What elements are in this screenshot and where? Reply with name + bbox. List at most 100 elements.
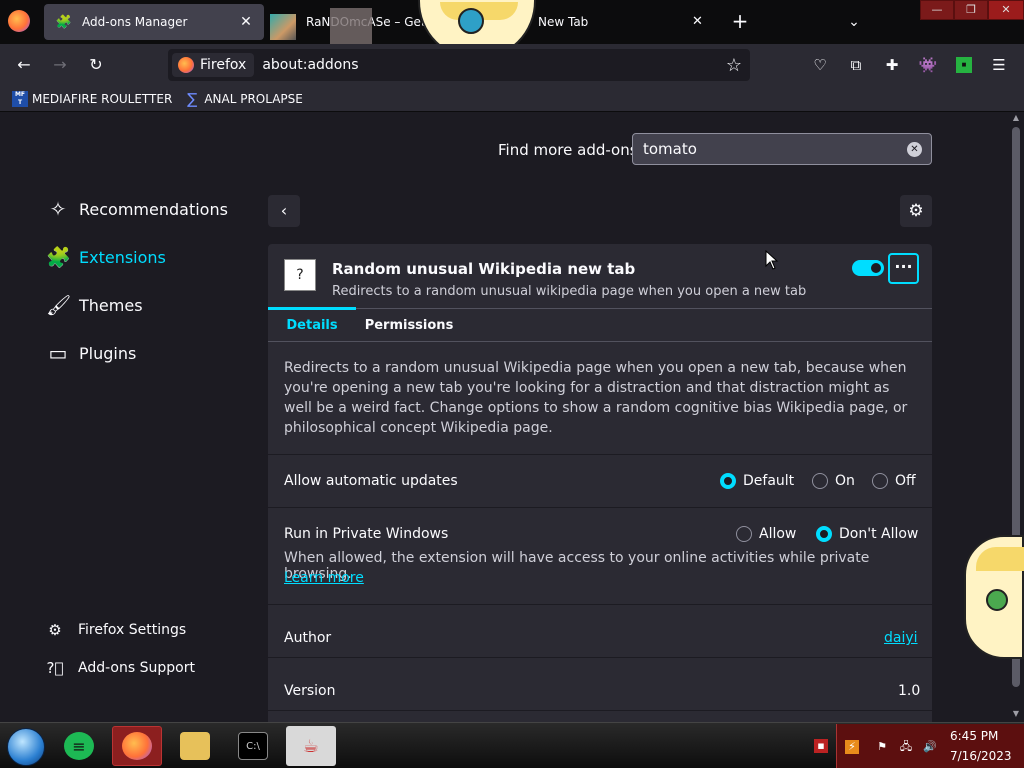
version-label: Version: [284, 683, 336, 699]
find-more-label: Find more add-ons: [498, 141, 638, 159]
divider: [268, 454, 932, 455]
sidebar-item-extensions[interactable]: 🧩 Extensions: [46, 243, 166, 271]
bookmark-label: MEDIAFIRE ROULETTER: [32, 91, 173, 106]
back-button[interactable]: ‹: [268, 195, 300, 227]
more-options-button[interactable]: ···: [888, 253, 919, 284]
radio-on[interactable]: On: [812, 473, 855, 489]
terminal-icon: C:\: [238, 732, 268, 760]
extension-badge-icon[interactable]: ■: [956, 57, 972, 73]
private-windows-label: Run in Private Windows: [284, 526, 449, 542]
chevron-left-icon: ‹: [280, 201, 288, 220]
radio-dot: [812, 473, 828, 489]
gear-icon: ⚙: [908, 201, 924, 221]
identity-box[interactable]: Firefox: [172, 53, 255, 77]
bookmark-anal-prolapse[interactable]: ∑ ANAL PROLAPSE: [184, 91, 303, 107]
invader-icon[interactable]: 👾: [917, 54, 939, 76]
tools-gear-button[interactable]: ⚙: [900, 195, 932, 227]
sidebar-item-recommendations[interactable]: ✧ Recommendations: [46, 195, 228, 223]
extension-icon[interactable]: ⧉: [845, 54, 867, 76]
sidebar-item-plugins[interactable]: ▭ Plugins: [46, 339, 137, 367]
radio-dot: [720, 473, 736, 489]
tab-addons-manager[interactable]: 🧩 Add-ons Manager ✕: [44, 4, 264, 40]
clear-icon[interactable]: ✕: [907, 142, 922, 157]
bookmark-label: ANAL PROLAPSE: [204, 91, 303, 106]
close-icon[interactable]: ✕: [234, 10, 258, 34]
back-arrow-icon[interactable]: ←: [10, 52, 38, 78]
enable-toggle[interactable]: [852, 260, 884, 276]
url-bar[interactable]: Firefox about:addons ☆: [168, 49, 750, 81]
bookmark-mediafire[interactable]: MF T MEDIAFIRE ROULETTER: [12, 90, 173, 107]
start-button[interactable]: [7, 728, 45, 766]
sigma-icon: ∑: [187, 89, 198, 108]
reload-icon[interactable]: ↻: [82, 52, 110, 78]
addon-description: Redirects to a random unusual Wikipedia …: [284, 360, 908, 436]
addons-support-link[interactable]: ?⃝ Add-ons Support: [46, 657, 195, 679]
search-input[interactable]: [632, 133, 932, 165]
radio-allow[interactable]: Allow: [736, 526, 796, 542]
divider: [268, 507, 932, 508]
close-icon[interactable]: ✕: [692, 14, 703, 29]
tab-title: Add-ons Manager: [82, 15, 188, 29]
action-center-icon[interactable]: ⚑: [875, 740, 889, 754]
tab-title-tail: New Tab: [538, 15, 589, 29]
radio-dont-allow[interactable]: Don't Allow: [816, 526, 918, 542]
firefox-logo-icon[interactable]: [8, 10, 30, 32]
cartoon-sticker-image: [964, 535, 1024, 659]
tab-strip: 🧩 Add-ons Manager ✕ RaNDOmcASe – Get t N…: [0, 0, 1024, 60]
flag-icon[interactable]: ▪: [814, 739, 828, 753]
addon-name: Random unusual Wikipedia new tab: [332, 260, 636, 278]
taskbar-app-explorer[interactable]: [170, 726, 220, 766]
sidebar-item-themes[interactable]: 🖌 Themes: [46, 291, 143, 319]
taskbar-app-terminal[interactable]: C:\: [228, 726, 278, 766]
puzzle-icon: 🧩: [46, 245, 71, 269]
auto-updates-label: Allow automatic updates: [284, 473, 458, 489]
scroll-down-icon[interactable]: ▼: [1008, 709, 1024, 721]
radio-off[interactable]: Off: [872, 473, 916, 489]
extension-detail-card: ? Random unusual Wikipedia new tab Redir…: [268, 244, 932, 722]
author-link[interactable]: daiyi: [884, 630, 918, 646]
star-icon[interactable]: ☆: [726, 55, 742, 76]
help-icon: ?⃝: [46, 659, 64, 677]
forward-arrow-icon[interactable]: →: [46, 52, 74, 78]
plugin-icon: ▭: [48, 341, 68, 365]
pocket-icon[interactable]: ♡: [809, 54, 831, 76]
addons-page: Find more add-ons ✕ ✧ Recommendations 🧩 …: [0, 113, 1008, 722]
chevron-down-icon[interactable]: ⌄: [842, 10, 866, 34]
network-icon[interactable]: 🖧: [899, 740, 913, 754]
radio-default[interactable]: Default: [720, 473, 794, 489]
app-tray-icon[interactable]: ⚡: [845, 740, 859, 754]
sidebar-item-label: Recommendations: [79, 199, 228, 219]
tab-permissions[interactable]: Permissions: [360, 309, 458, 343]
minimize-button[interactable]: —: [920, 0, 954, 20]
puzzle-icon[interactable]: ✚: [881, 54, 903, 76]
radio-label: Allow: [759, 526, 797, 542]
folder-icon: [180, 732, 210, 760]
taskbar-app-spotify[interactable]: ≡: [54, 726, 104, 766]
clock-time[interactable]: 6:45 PM: [950, 729, 998, 743]
volume-icon[interactable]: 🔊: [923, 740, 937, 754]
radio-label: Default: [743, 473, 795, 489]
spotify-icon: ≡: [64, 732, 94, 760]
taskbar-app-firefox[interactable]: [112, 726, 162, 766]
addon-summary: Redirects to a random unusual wikipedia …: [332, 284, 807, 299]
taskbar-app-java[interactable]: ☕: [286, 726, 336, 766]
sidebar-item-label: Plugins: [79, 343, 137, 363]
hamburger-menu-icon[interactable]: ☰: [988, 54, 1010, 76]
sticker-image: [330, 8, 372, 44]
close-window-button[interactable]: ✕: [988, 0, 1024, 20]
nav-bar: ← → ↻ Firefox about:addons ☆ ♡ ⧉ ✚ 👾 ■ ☰: [0, 44, 1024, 86]
maximize-button[interactable]: ❐: [954, 0, 988, 20]
new-tab-button[interactable]: +: [728, 10, 752, 34]
tab-details[interactable]: Details: [268, 307, 356, 343]
firefox-settings-link[interactable]: ⚙ Firefox Settings: [46, 619, 186, 641]
clock-date[interactable]: 7/16/2023: [950, 749, 1012, 763]
firefox-logo-icon: [122, 732, 152, 760]
radio-label: Off: [895, 473, 916, 489]
learn-more-link[interactable]: Learn more: [284, 570, 364, 586]
url-text[interactable]: about:addons: [262, 57, 358, 73]
scroll-up-icon[interactable]: ▲: [1008, 113, 1024, 125]
taskbar: ≡ C:\ ☕ ▪ ⚡ ⚑ 🖧 🔊 6:45 PM 7/16/2023: [0, 722, 1024, 768]
sidebar-item-label: Extensions: [79, 247, 166, 267]
divider: [268, 604, 932, 605]
radio-dot: [736, 526, 752, 542]
